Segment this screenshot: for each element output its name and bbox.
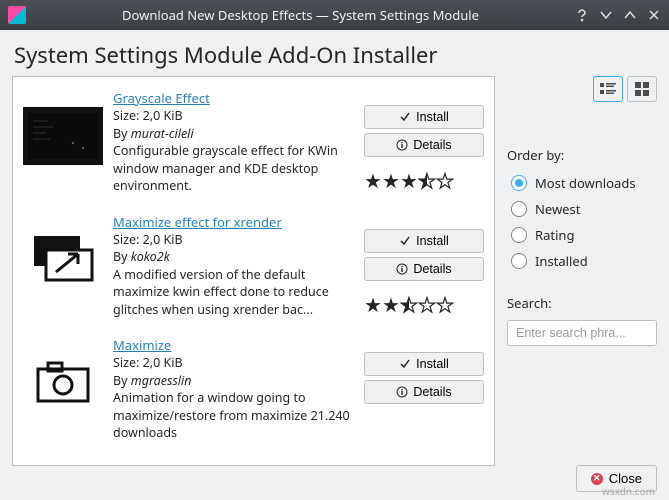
install-button[interactable]: Install xyxy=(364,105,484,129)
titlebar: Download New Desktop Effects — System Se… xyxy=(0,0,669,30)
search-input[interactable] xyxy=(507,320,657,346)
radio-icon xyxy=(511,201,527,217)
check-icon xyxy=(399,111,411,123)
info-icon xyxy=(396,263,408,275)
maximize-icon[interactable] xyxy=(623,8,637,22)
item-title-link[interactable]: Maximize xyxy=(113,336,171,354)
page-title: System Settings Module Add-On Installer xyxy=(0,30,669,76)
addon-list: Grayscale Effect Size: 2,0 KiB By murat-… xyxy=(12,76,495,466)
item-description: Animation for a window going to maximize… xyxy=(113,389,354,442)
item-description: A modified version of the default maximi… xyxy=(113,266,354,319)
item-author: By murat-cileli xyxy=(113,125,354,143)
list-item: Grayscale Effect Size: 2,0 KiB By murat-… xyxy=(23,85,484,209)
item-description: Configurable grayscale effect for KWin w… xyxy=(113,142,354,195)
install-button[interactable]: Install xyxy=(364,352,484,376)
details-button[interactable]: Details xyxy=(364,133,484,157)
check-icon xyxy=(399,235,411,247)
list-item: Maximize effect for xrender Size: 2,0 Ki… xyxy=(23,209,484,333)
radio-installed[interactable]: Installed xyxy=(511,252,657,270)
close-icon[interactable] xyxy=(647,8,661,22)
item-thumbnail xyxy=(23,231,103,289)
radio-newest[interactable]: Newest xyxy=(511,200,657,218)
item-title-link[interactable]: Grayscale Effect xyxy=(113,89,210,107)
minimize-icon[interactable] xyxy=(599,8,613,22)
rating-stars: ★★★★★ xyxy=(364,167,484,194)
details-button[interactable]: Details xyxy=(364,257,484,281)
info-icon xyxy=(396,386,408,398)
item-author: By koko2k xyxy=(113,248,354,266)
info-icon xyxy=(396,139,408,151)
rating-stars: ★★★★★ xyxy=(364,291,484,318)
help-icon[interactable] xyxy=(575,8,589,22)
search-label: Search: xyxy=(507,294,657,312)
item-thumbnail xyxy=(23,107,103,165)
radio-rating[interactable]: Rating xyxy=(511,226,657,244)
radio-icon xyxy=(511,227,527,243)
list-item: Maximize Size: 2,0 KiB By mgraesslin Ani… xyxy=(23,332,484,446)
item-size: Size: 2,0 KiB xyxy=(113,354,354,372)
item-author: By mgraesslin xyxy=(113,372,354,390)
window-title: Download New Desktop Effects — System Se… xyxy=(34,6,567,24)
order-radio-group: Most downloads Newest Rating Installed xyxy=(507,174,657,270)
sidebar: Order by: Most downloads Newest Rating I… xyxy=(507,76,657,466)
radio-icon xyxy=(511,253,527,269)
order-by-label: Order by: xyxy=(507,146,657,164)
radio-icon xyxy=(511,175,527,191)
item-size: Size: 2,0 KiB xyxy=(113,107,354,125)
cancel-icon: ✕ xyxy=(591,473,603,485)
grid-view-icon xyxy=(635,82,649,96)
install-button[interactable]: Install xyxy=(364,229,484,253)
list-view-icon xyxy=(600,82,616,96)
app-icon xyxy=(8,6,26,24)
item-size: Size: 2,0 KiB xyxy=(113,231,354,249)
list-view-button[interactable] xyxy=(593,76,623,102)
item-thumbnail xyxy=(23,354,103,412)
details-button[interactable]: Details xyxy=(364,380,484,404)
watermark: wsxdn.com xyxy=(602,484,655,498)
check-icon xyxy=(399,358,411,370)
radio-most-downloads[interactable]: Most downloads xyxy=(511,174,657,192)
item-title-link[interactable]: Maximize effect for xrender xyxy=(113,213,282,231)
grid-view-button[interactable] xyxy=(627,76,657,102)
